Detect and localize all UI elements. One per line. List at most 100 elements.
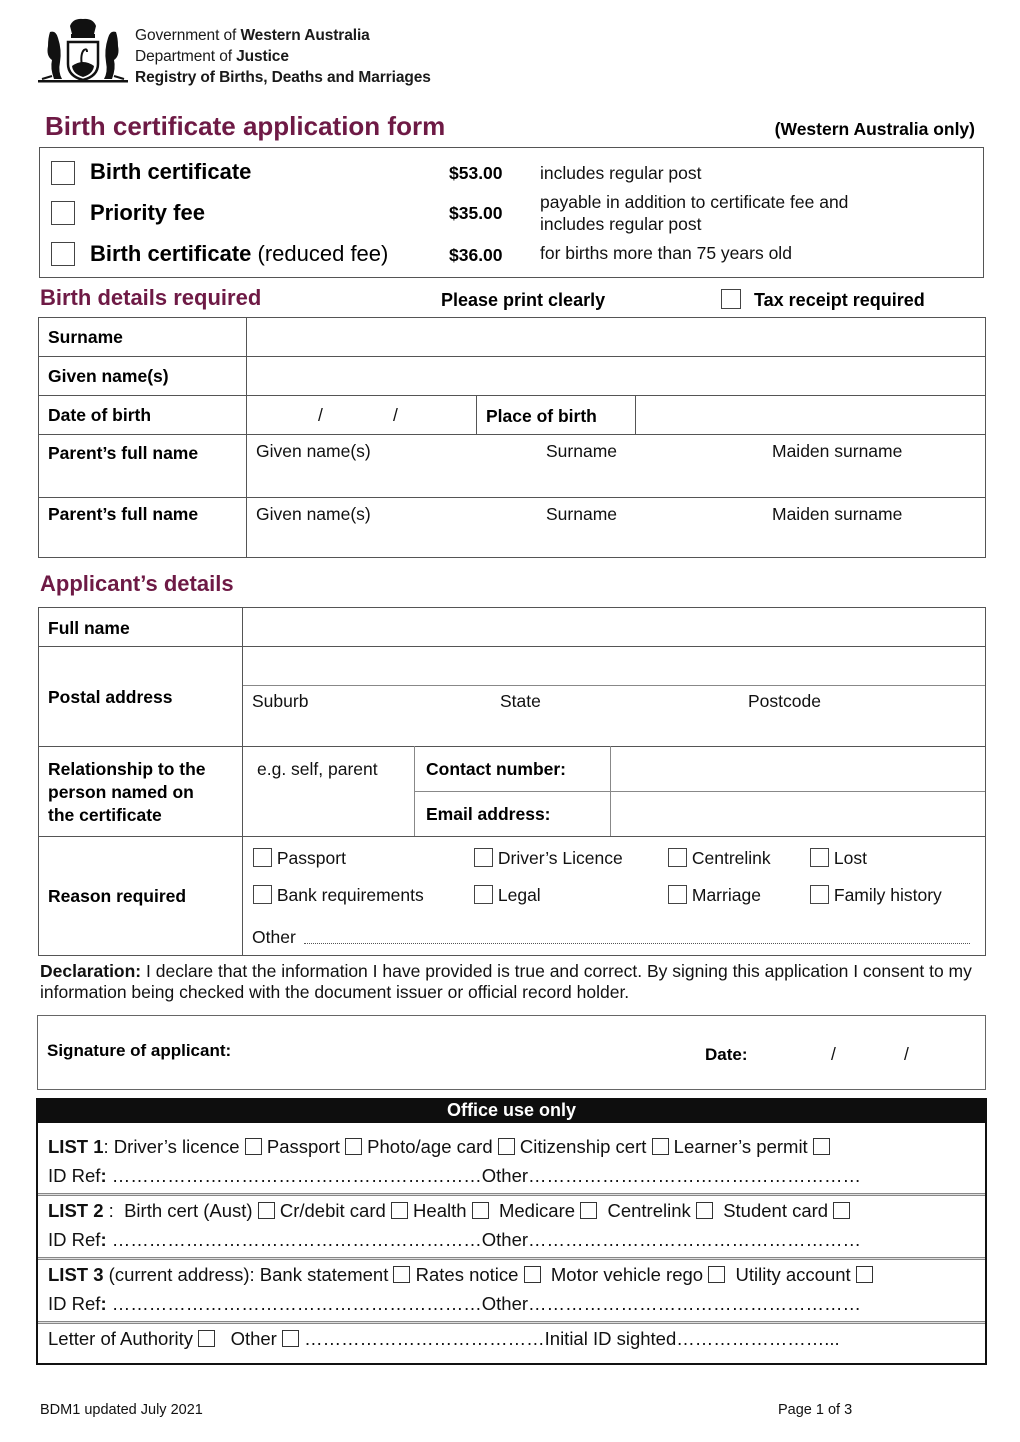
fee-description: payable in addition to certificate fee a… (540, 191, 848, 235)
office-list1-idref[interactable]: ID Ref: ……………………………………………………Other…………………… (48, 1165, 861, 1187)
fee-label: Birth certificate (reduced fee) (90, 241, 389, 266)
initial-id-input[interactable]: ……………………... (676, 1328, 839, 1349)
fee-description: includes regular post (540, 163, 702, 183)
checkbox[interactable] (393, 1266, 411, 1283)
reduced-fee-checkbox[interactable] (51, 242, 75, 266)
reason-bank-requirements[interactable]: Bank requirements (253, 885, 424, 906)
suburb-state-postcode-input[interactable]: Suburb State Postcode (244, 687, 984, 745)
signature-date-input[interactable]: / / (763, 1038, 973, 1072)
checkbox[interactable] (580, 1202, 598, 1219)
checkbox[interactable] (497, 1138, 515, 1155)
relationship-input[interactable]: e.g. self, parent (244, 748, 412, 835)
reason-lost[interactable]: Lost (810, 848, 867, 869)
checkbox[interactable] (474, 848, 493, 867)
date-of-birth-label: Date of birth (48, 405, 152, 425)
fee-price: $35.00 (449, 203, 503, 223)
reason-required-label: Reason required (48, 886, 187, 906)
suburb-hint: Suburb (252, 691, 309, 711)
surname-label: Surname (48, 327, 123, 347)
office-use-box: LIST 1: Driver’s licence Passport Photo/… (36, 1123, 987, 1365)
state-hint: State (500, 691, 541, 711)
checkbox[interactable] (810, 885, 829, 904)
office-list2-idref[interactable]: ID Ref: ……………………………………………………Other…………………… (48, 1229, 861, 1251)
reason-legal[interactable]: Legal (474, 885, 541, 906)
tax-receipt-checkbox[interactable] (721, 289, 741, 311)
checkbox[interactable] (812, 1138, 830, 1155)
relationship-hint: e.g. self, parent (257, 759, 378, 779)
birth-certificate-checkbox[interactable] (51, 161, 75, 185)
contact-number-input[interactable] (612, 748, 984, 790)
reason-marriage[interactable]: Marriage (668, 885, 761, 906)
date-separator: / (393, 405, 398, 425)
signature-box: Signature of applicant: Date: / / (37, 1015, 986, 1090)
reason-other-input[interactable] (304, 943, 970, 944)
parent1-label: Parent’s full name (48, 443, 199, 463)
given-names-input[interactable] (248, 358, 984, 394)
surname-input[interactable] (248, 319, 984, 355)
given-names-label: Given name(s) (48, 366, 169, 386)
priority-fee-checkbox[interactable] (51, 201, 75, 225)
street-address-input[interactable] (244, 648, 984, 684)
maiden-surname-hint: Maiden surname (772, 504, 903, 524)
checkbox[interactable] (668, 885, 687, 904)
checkbox[interactable] (523, 1266, 541, 1283)
org-registry: Registry of Births, Deaths and Marriages (135, 69, 431, 86)
checkbox[interactable] (253, 848, 272, 867)
reason-family-history[interactable]: Family history (810, 885, 942, 906)
date-separator: / (904, 1044, 909, 1064)
checkbox[interactable] (810, 848, 829, 867)
signature-label: Signature of applicant: (47, 1041, 232, 1060)
checkbox[interactable] (833, 1202, 851, 1219)
relationship-label-line: Relationship to the (48, 759, 206, 779)
place-of-birth-input[interactable] (637, 397, 984, 433)
checkbox[interactable] (345, 1138, 363, 1155)
reason-centrelink[interactable]: Centrelink (668, 848, 771, 869)
signature-date-label: Date: (705, 1045, 748, 1064)
checkbox[interactable] (282, 1330, 299, 1347)
parent2-name-input[interactable]: Given name(s) Surname Maiden surname (248, 499, 984, 557)
parent1-name-input[interactable]: Given name(s) Surname Maiden surname (248, 436, 984, 496)
contact-number-label: Contact number: (426, 759, 566, 779)
fee-price: $36.00 (449, 245, 503, 265)
document-reference: BDM1 updated July 2021 (40, 1402, 203, 1418)
office-list1: LIST 1: Driver’s licence Passport Photo/… (48, 1136, 830, 1158)
office-use-heading: Office use only (36, 1098, 987, 1123)
checkbox[interactable] (471, 1202, 489, 1219)
checkbox[interactable] (390, 1202, 408, 1219)
relationship-label-line: the certificate (48, 805, 162, 825)
other-input[interactable]: ………………………………… (304, 1328, 545, 1349)
checkbox[interactable] (708, 1266, 726, 1283)
checkbox[interactable] (651, 1138, 669, 1155)
applicant-details-heading: Applicant’s details (40, 571, 234, 596)
office-list3-idref[interactable]: ID Ref: ……………………………………………………Other…………………… (48, 1293, 861, 1315)
email-address-input[interactable] (612, 793, 984, 835)
place-of-birth-label: Place of birth (486, 406, 597, 426)
fee-description-line: includes regular post (540, 214, 702, 234)
surname-hint: Surname (546, 504, 618, 524)
date-separator: / (318, 405, 323, 425)
page-title: Birth certificate application form (45, 111, 446, 141)
checkbox[interactable] (253, 885, 272, 904)
date-of-birth-input[interactable]: / / (248, 397, 475, 433)
checkbox[interactable] (695, 1202, 713, 1219)
email-address-label: Email address: (426, 804, 551, 824)
office-letter-of-authority: Letter of Authority Other …………………………………I… (48, 1328, 840, 1349)
birth-details-table: Surname Given name(s) Date of birth / / … (38, 317, 986, 558)
fee-label: Priority fee (90, 200, 205, 225)
divider (38, 1321, 985, 1324)
checkbox[interactable] (198, 1330, 216, 1347)
signature-input[interactable] (278, 1021, 698, 1085)
maiden-surname-hint: Maiden surname (772, 441, 903, 461)
checkbox[interactable] (257, 1202, 275, 1219)
relationship-label: Relationship to the person named on the … (48, 758, 206, 827)
reason-drivers-licence[interactable]: Driver’s Licence (474, 848, 623, 869)
checkbox[interactable] (244, 1138, 262, 1155)
checkbox[interactable] (474, 885, 493, 904)
full-name-input[interactable] (244, 609, 984, 645)
date-separator: / (831, 1044, 836, 1064)
checkbox[interactable] (668, 848, 687, 867)
title-note: (Western Australia only) (774, 119, 975, 139)
checkbox[interactable] (855, 1266, 873, 1283)
reason-passport[interactable]: Passport (253, 848, 346, 869)
fee-label: Birth certificate (90, 159, 252, 184)
